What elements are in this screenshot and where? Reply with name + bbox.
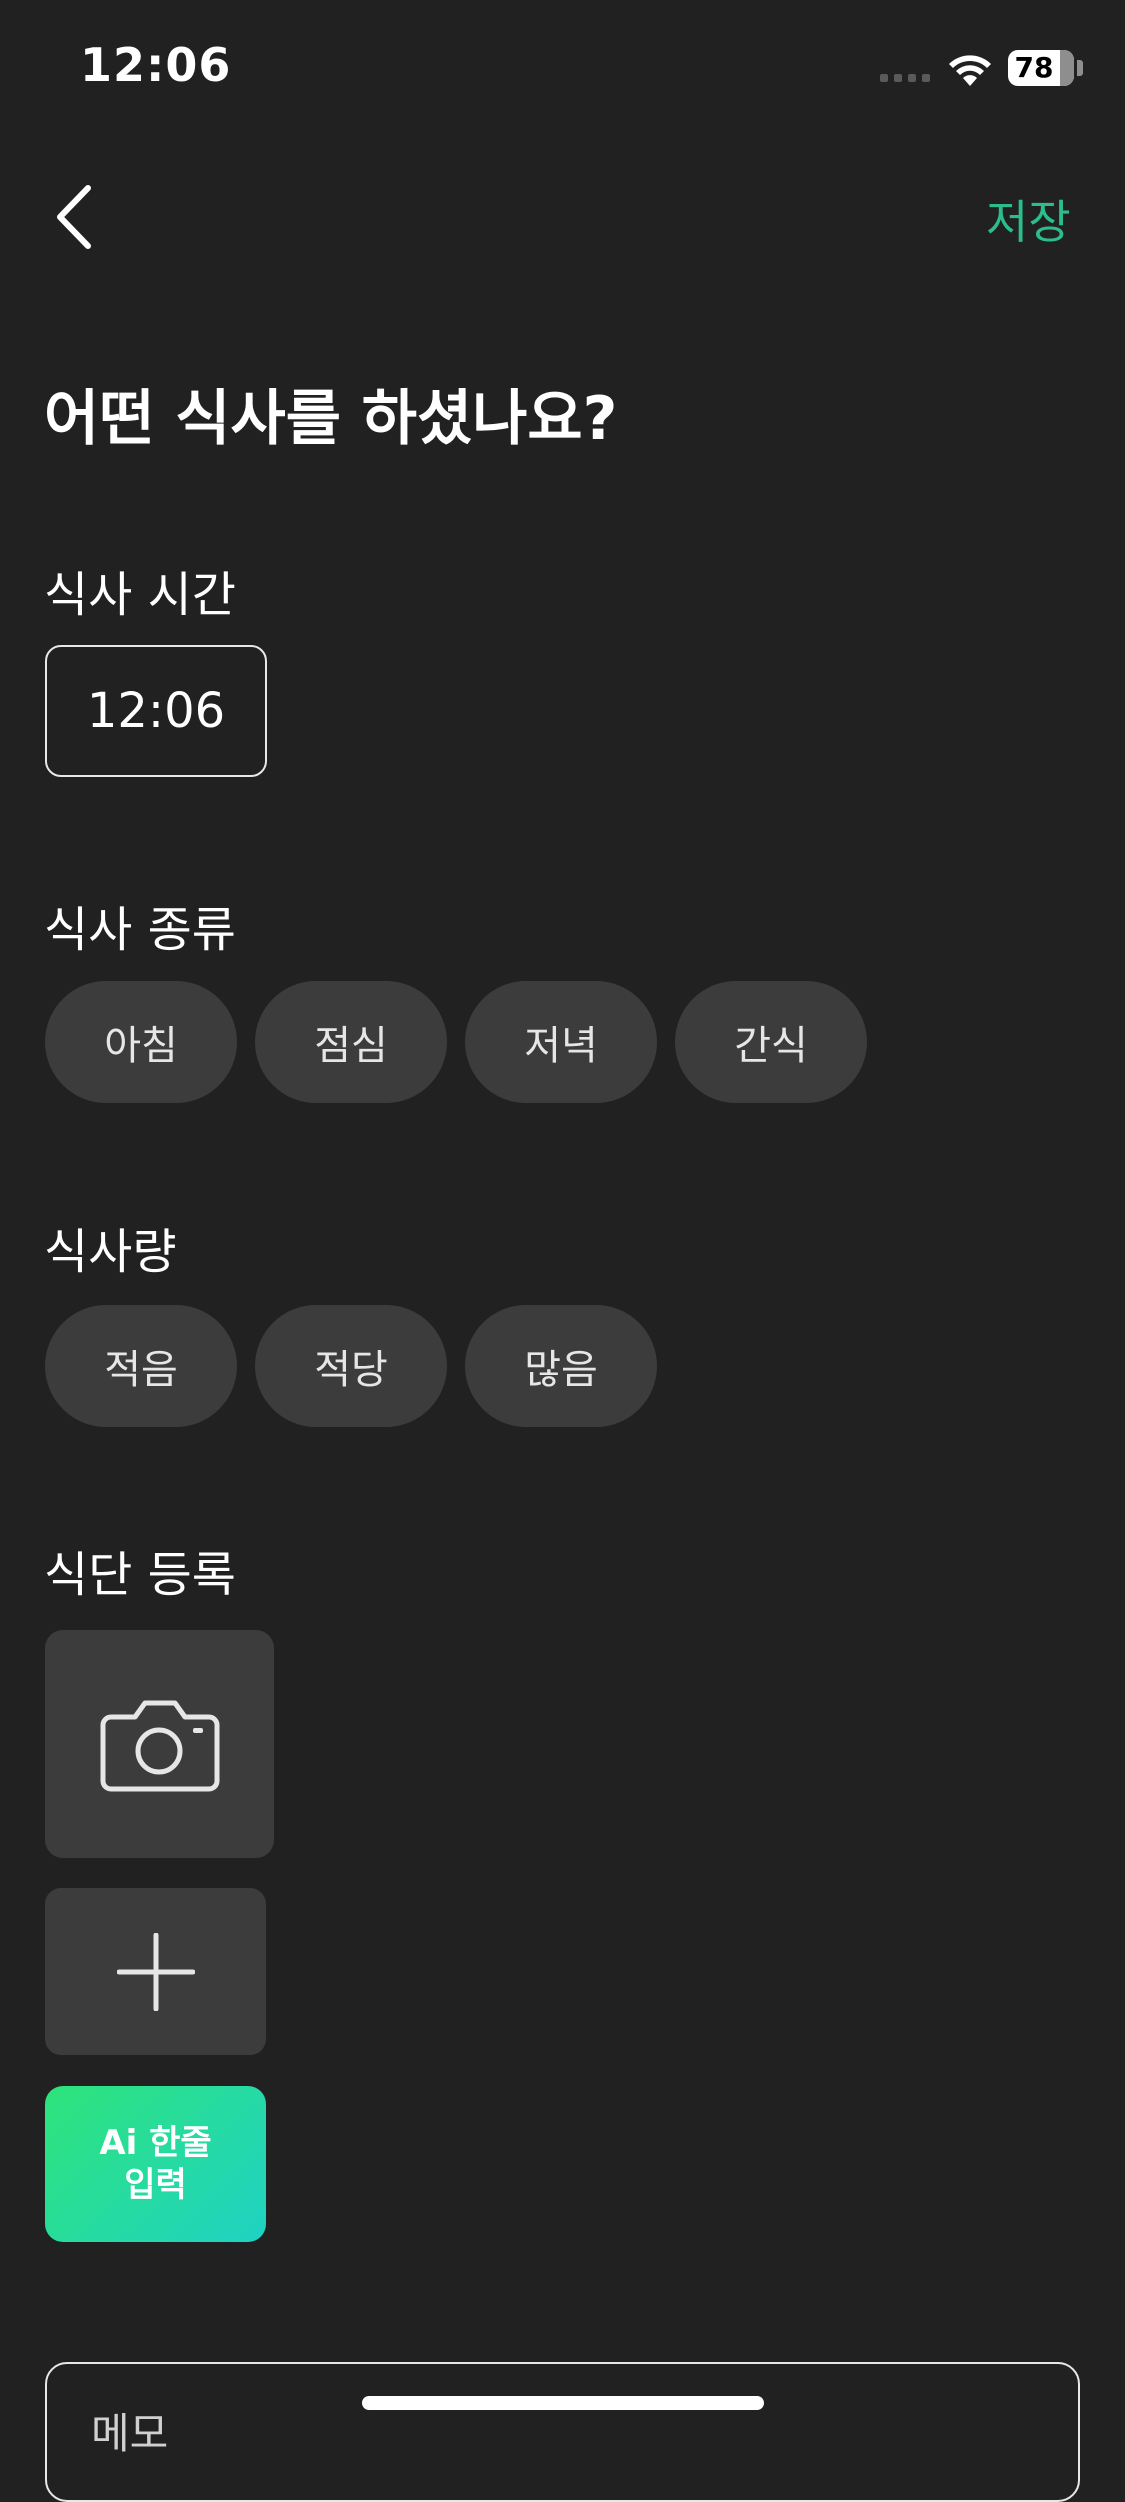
chevron-left-icon[interactable] [52, 182, 98, 252]
battery-level: 78 [1014, 51, 1054, 84]
meal-type-label: 식사 종류 [44, 902, 236, 958]
battery-icon: 78 [1008, 50, 1074, 86]
ai-button-line2: 입력 [124, 2165, 187, 2205]
meal-type-lunch-chip[interactable]: 점심 [255, 981, 447, 1103]
home-indicator [362, 2396, 764, 2410]
camera-button[interactable] [45, 1630, 274, 1858]
camera-icon [100, 1700, 219, 1792]
cellular-signal-icon [880, 74, 930, 82]
meal-time-picker[interactable]: 12:06 [45, 645, 267, 777]
save-button[interactable]: 저장 [986, 186, 1071, 252]
status-time: 12:06 [80, 38, 232, 92]
ai-button-line1: Ai 한줄 [99, 2123, 212, 2163]
meal-type-options: 아침 점심 저녁 간식 [45, 981, 867, 1103]
plus-icon [116, 1932, 195, 2011]
diet-register-label: 식단 등록 [44, 1547, 236, 1603]
page-title: 어떤 식사를 하셨나요? [44, 384, 618, 454]
meal-amount-small-chip[interactable]: 적음 [45, 1305, 237, 1427]
ai-one-line-input-button[interactable]: Ai 한줄 입력 [45, 2086, 266, 2242]
meal-amount-options: 적음 적당 많음 [45, 1305, 657, 1427]
memo-label: 메모 [91, 2409, 169, 2458]
meal-amount-large-chip[interactable]: 많음 [465, 1305, 657, 1427]
memo-field[interactable]: 메모 [45, 2362, 1080, 2502]
meal-amount-moderate-chip[interactable]: 적당 [255, 1305, 447, 1427]
add-photo-button[interactable] [45, 1888, 266, 2055]
meal-amount-label: 식사량 [44, 1224, 177, 1280]
meal-time-label: 식사 시간 [44, 567, 236, 623]
meal-type-snack-chip[interactable]: 간식 [675, 981, 867, 1103]
meal-type-dinner-chip[interactable]: 저녁 [465, 981, 657, 1103]
meal-type-breakfast-chip[interactable]: 아침 [45, 981, 237, 1103]
battery-cap [1077, 60, 1083, 76]
wifi-icon [949, 55, 991, 86]
